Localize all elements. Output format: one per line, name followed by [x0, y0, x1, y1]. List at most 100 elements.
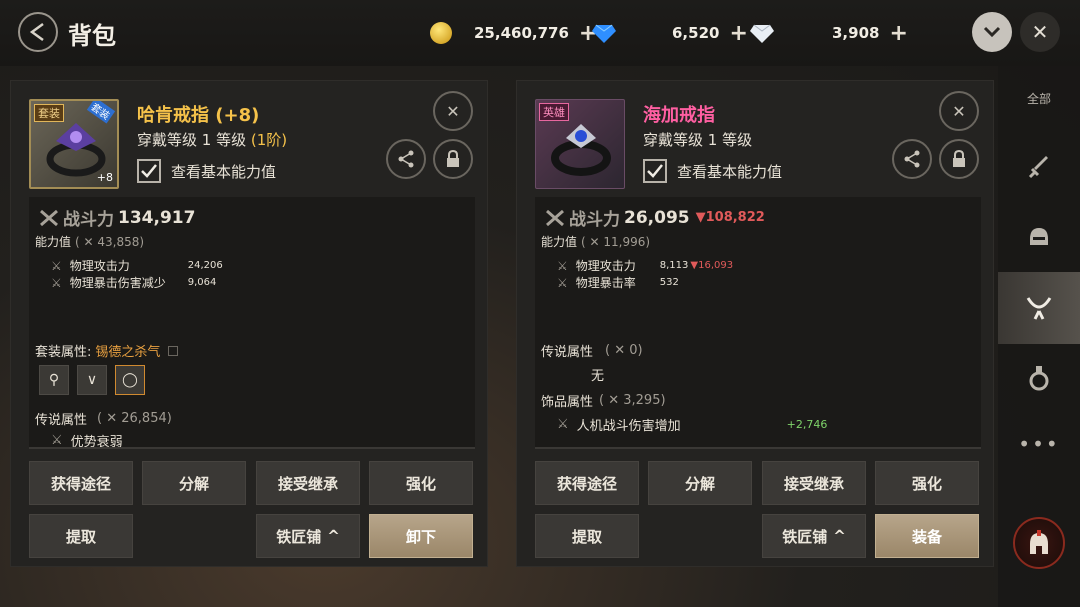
wear-level-text: 穿戴等级 1 等级 [137, 131, 247, 149]
close-icon: ✕ [952, 101, 966, 121]
set-attribute-row: 套装属性: 锡德之杀气 [35, 341, 179, 360]
stat-name: 物理攻击力 [69, 259, 130, 273]
checkbox[interactable] [137, 159, 161, 183]
unequip-button[interactable]: 卸下 [369, 514, 473, 558]
smithy-button[interactable]: 铁匠铺 ^ [762, 514, 866, 558]
share-button[interactable] [386, 139, 426, 179]
back-button[interactable] [18, 12, 58, 52]
decompose-button[interactable]: 分解 [648, 461, 752, 505]
stat-row: ⚔ 物理攻击力 8,113 ▼16,093 [557, 257, 733, 274]
sidebar-item-potion[interactable] [998, 346, 1080, 410]
legend-value: ( ✕ 0) [605, 343, 643, 358]
add-white-diamond-button[interactable]: + [889, 21, 907, 46]
decompose-button[interactable]: 分解 [142, 461, 246, 505]
stat-row: ⚔ 物理暴击伤害减少 9,064 [51, 274, 216, 291]
item-thumbnail[interactable]: 套装 套装 +8 [29, 99, 119, 189]
item-thumbnail[interactable]: 英雄 [535, 99, 625, 189]
lock-button[interactable] [433, 139, 473, 179]
item-name: 哈肯戒指 (+8) [137, 105, 260, 126]
sidebar-item-all[interactable]: 全部 [998, 66, 1080, 130]
share-button[interactable] [892, 139, 932, 179]
item-name: 海加戒指 [643, 105, 715, 126]
lock-button[interactable] [939, 139, 979, 179]
set-slot-earring[interactable]: ⚲ [39, 365, 69, 395]
chevron-down-icon [983, 26, 1001, 38]
combat-power-label: 战斗力 [63, 210, 114, 230]
panel-close-button[interactable]: ✕ [939, 91, 979, 131]
panel-close-button[interactable]: ✕ [433, 91, 473, 131]
ability-value: ( ✕ 43,858) [75, 234, 145, 249]
necklace-icon: ∨ [86, 372, 98, 388]
extract-button[interactable]: 提取 [29, 514, 133, 558]
set-slot-necklace[interactable]: ∨ [77, 365, 107, 395]
more-icon: ••• [1018, 432, 1060, 456]
set-slot-ring[interactable]: ◯ [115, 365, 145, 395]
stat-row: ⚔ 物理暴击率 532 [557, 274, 679, 291]
ability-row: 能力值 ( ✕ 43,858) [35, 233, 144, 250]
legend-attribute-row: 传说属性 ( ✕ 26,854) [35, 409, 172, 428]
stat-diff: ▼16,093 [690, 260, 734, 271]
lock-icon [953, 150, 965, 167]
crossed-swords-icon [546, 209, 564, 226]
legend-attribute-row: 传说属性 ( ✕ 0) [541, 341, 643, 360]
stat-value: 532 [659, 277, 679, 288]
combat-power: 战斗力 134,917 [39, 205, 195, 230]
inherit-button[interactable]: 接受继承 [762, 461, 866, 505]
accessory-label: 饰品属性 [541, 395, 594, 410]
crit-stat-icon: ⚔ [557, 275, 568, 290]
combat-power-value: 134,917 [118, 207, 196, 228]
sidebar-item-more[interactable]: ••• [998, 412, 1080, 476]
view-base-stats-toggle[interactable]: 查看基本能力值 [137, 159, 276, 183]
stat-name: 物理暴击率 [575, 276, 636, 290]
obtain-button[interactable]: 获得途径 [29, 461, 133, 505]
close-button[interactable]: ✕ [1020, 12, 1060, 52]
chevron-up-icon: ^ [833, 527, 846, 545]
info-icon[interactable] [168, 345, 179, 356]
crit-stat-icon: ⚔ [51, 275, 62, 290]
ability-label: 能力值 [35, 235, 72, 249]
enhance-level: +8 [96, 171, 113, 184]
white-diamond-icon [750, 24, 774, 43]
crossed-swords-icon [40, 209, 58, 226]
accessory-value: ( ✕ 3,295) [599, 393, 666, 408]
smithy-button[interactable]: 铁匠铺 ^ [256, 514, 360, 558]
add-blue-diamond-button[interactable]: + [729, 21, 747, 46]
ability-row: 能力值 ( ✕ 11,996) [541, 233, 650, 250]
spartan-helmet-icon [1030, 530, 1048, 554]
equipped-item-panel: 套装 套装 +8 哈肯戒指 (+8) 穿戴等级 1 等级 (1阶) 查看基本能力… [10, 80, 488, 567]
necklace-icon [1026, 297, 1052, 320]
emblem-button[interactable] [998, 506, 1080, 580]
page-title: 背包 [68, 22, 116, 50]
inherit-button[interactable]: 接受继承 [256, 461, 360, 505]
accessory-item-name: 人机战斗伤害增加 [576, 419, 681, 434]
extract-button[interactable]: 提取 [535, 514, 639, 558]
accessory-item-icon: ⚔ [557, 417, 569, 432]
smithy-label: 铁匠铺 [276, 527, 322, 546]
view-base-stats-toggle[interactable]: 查看基本能力值 [643, 159, 782, 183]
stats-section: 战斗力 26,095 ▼108,822 能力值 ( ✕ 11,996) ⚔ 物理… [535, 197, 981, 447]
stat-value: 9,064 [187, 277, 217, 288]
equip-button[interactable]: 装备 [875, 514, 979, 558]
blue-diamond-icon [592, 24, 616, 43]
legend-item-name: 优势衰弱 [70, 435, 123, 447]
sidebar-item-accessory[interactable] [998, 272, 1080, 344]
helmet-icon [1030, 228, 1048, 245]
ability-value: ( ✕ 11,996) [581, 234, 651, 249]
sidebar-item-weapon[interactable] [998, 136, 1080, 200]
enhance-button[interactable]: 强化 [875, 461, 979, 505]
accessory-attribute-row: 饰品属性 ( ✕ 3,295) [541, 391, 666, 410]
lock-icon [447, 150, 459, 167]
sword-icon [1028, 156, 1048, 179]
checkbox[interactable] [643, 159, 667, 183]
enhance-button[interactable]: 强化 [369, 461, 473, 505]
obtain-button[interactable]: 获得途径 [535, 461, 639, 505]
attack-stat-icon: ⚔ [557, 258, 568, 273]
collapse-button[interactable] [972, 12, 1012, 52]
set-attribute-label: 套装属性: [35, 345, 92, 360]
divider [29, 447, 475, 449]
combat-power-value: 26,095 [624, 207, 690, 228]
currency-blue-diamond: 6,520 + [592, 16, 748, 50]
wear-level: 穿戴等级 1 等级 [643, 131, 753, 149]
top-bar: 背包 25,460,776 + 6,520 + 3,908 + ✕ [0, 0, 1080, 66]
sidebar-item-armor[interactable] [998, 206, 1080, 270]
